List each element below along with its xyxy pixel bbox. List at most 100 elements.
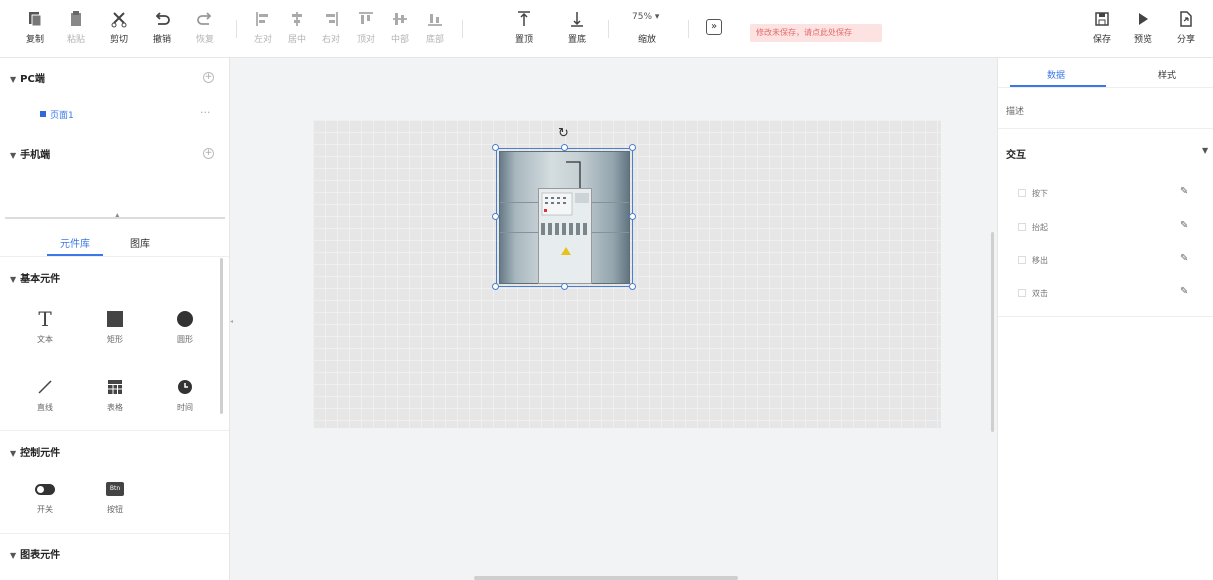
align-left-label: 左对: [253, 35, 272, 45]
plus-icon: +: [204, 72, 213, 82]
chart-group-title: 图表元件: [20, 550, 61, 561]
edit-icon[interactable]: ✎: [1180, 186, 1188, 197]
edit-icon[interactable]: ✎: [1180, 253, 1188, 264]
canvas-horizontal-scrollbar[interactable]: [474, 576, 738, 580]
caret-down-icon: ▼: [10, 151, 17, 160]
undo-button[interactable]: 撤销: [147, 10, 177, 45]
align-bottom-icon: [420, 10, 450, 30]
event-row[interactable]: 抬起 ✎: [1018, 220, 1208, 236]
event-label: 抬起: [1032, 223, 1048, 232]
align-middle-button[interactable]: 中部: [385, 10, 415, 45]
left-scrollbar[interactable]: [220, 258, 223, 414]
more-icon[interactable]: ···: [200, 106, 211, 119]
tab-gallery[interactable]: 图库: [130, 235, 150, 250]
align-bottom-button[interactable]: 底部: [420, 10, 450, 45]
edit-icon[interactable]: ✎: [1180, 220, 1188, 231]
button-icon-text: Btn: [106, 482, 124, 496]
component-table[interactable]: 表格: [95, 376, 135, 413]
zoom-select[interactable]: 75% ▾: [632, 12, 659, 22]
align-right-button[interactable]: 右对: [316, 10, 346, 45]
event-checkbox[interactable]: [1018, 223, 1026, 231]
resize-handle[interactable]: [492, 213, 499, 220]
bring-front-button[interactable]: 置顶: [509, 10, 539, 45]
add-pc-page-button[interactable]: +: [203, 72, 214, 83]
save-button[interactable]: 保存: [1087, 10, 1117, 45]
event-checkbox[interactable]: [1018, 256, 1026, 264]
tab-style[interactable]: 样式: [1158, 68, 1176, 81]
event-row[interactable]: 移出 ✎: [1018, 253, 1208, 269]
bring-front-icon: [509, 10, 539, 30]
component-line[interactable]: 直线: [25, 376, 65, 413]
component-text[interactable]: T 文本: [25, 307, 65, 345]
event-checkbox[interactable]: [1018, 189, 1026, 197]
resize-handle[interactable]: [629, 283, 636, 290]
page-item[interactable]: 页面1 ···: [0, 102, 229, 126]
save-icon: [1087, 10, 1117, 30]
caret-down-icon: ▼: [10, 275, 17, 284]
align-middle-icon: [385, 10, 415, 30]
send-back-button[interactable]: 置底: [562, 10, 592, 45]
unsaved-notice[interactable]: 修改未保存，请点此处保存: [750, 24, 882, 42]
resize-handle[interactable]: [561, 283, 568, 290]
selection-box: [496, 148, 633, 287]
align-center-button[interactable]: 居中: [282, 10, 312, 45]
collapse-left-icon[interactable]: ◂: [230, 318, 233, 325]
align-left-button[interactable]: 左对: [248, 10, 278, 45]
edit-icon[interactable]: ✎: [1180, 286, 1188, 297]
canvas-vertical-scrollbar[interactable]: [991, 232, 994, 432]
align-top-button[interactable]: 顶对: [351, 10, 381, 45]
event-row[interactable]: 双击 ✎: [1018, 286, 1208, 302]
resize-handle[interactable]: [492, 144, 499, 151]
resize-handle[interactable]: [629, 213, 636, 220]
caret-down-icon: ▼: [10, 75, 17, 84]
rotate-icon[interactable]: ↻: [558, 126, 569, 141]
tab-components[interactable]: 元件库: [60, 235, 90, 250]
basic-group-title: 基本元件: [20, 274, 61, 285]
tab-data[interactable]: 数据: [1047, 68, 1065, 81]
caret-down-icon[interactable]: ▼: [1202, 146, 1208, 155]
resize-handle[interactable]: [629, 144, 636, 151]
share-icon: [1171, 10, 1201, 30]
align-center-icon: [282, 10, 312, 30]
align-middle-label: 中部: [390, 35, 409, 45]
circle-icon: [165, 308, 205, 330]
component-toggle[interactable]: 开关: [25, 478, 65, 515]
chart-group-header[interactable]: ▼ 图表元件: [10, 546, 60, 561]
redo-button[interactable]: 恢复: [190, 10, 220, 45]
expand-toolbar-button[interactable]: »: [706, 19, 722, 35]
zoom-label: 缩放: [638, 35, 657, 45]
table-icon: [95, 376, 135, 398]
copy-button[interactable]: 复制: [20, 10, 50, 45]
share-label: 分享: [1176, 35, 1195, 45]
pc-section-header[interactable]: ▼ PC端: [10, 70, 45, 85]
add-mobile-page-button[interactable]: +: [203, 148, 214, 159]
resize-handle[interactable]: [492, 283, 499, 290]
component-rectangle[interactable]: 矩形: [95, 308, 135, 345]
basic-group-header[interactable]: ▼ 基本元件: [10, 270, 60, 285]
preview-button[interactable]: 预览: [1128, 10, 1158, 45]
event-checkbox[interactable]: [1018, 289, 1026, 297]
panel-splitter[interactable]: [5, 217, 225, 219]
align-top-icon: [351, 10, 381, 30]
component-label: 开关: [37, 505, 53, 514]
copy-label: 复制: [25, 35, 44, 45]
component-label: 时间: [177, 403, 193, 412]
share-button[interactable]: 分享: [1171, 10, 1201, 45]
component-label: 矩形: [107, 335, 123, 344]
group-divider: [0, 533, 229, 534]
double-chevron-right-icon: »: [710, 21, 718, 32]
align-center-label: 居中: [287, 35, 306, 45]
align-right-label: 右对: [321, 35, 340, 45]
component-circle[interactable]: 圆形: [165, 308, 205, 345]
rectangle-icon: [95, 308, 135, 330]
event-row[interactable]: 按下 ✎: [1018, 186, 1208, 202]
mobile-section-header[interactable]: ▼ 手机端: [10, 146, 50, 161]
control-group-header[interactable]: ▼ 控制元件: [10, 444, 60, 459]
paste-button[interactable]: 粘贴: [61, 10, 91, 45]
component-button[interactable]: Btn 按钮: [95, 478, 135, 515]
resize-handle[interactable]: [561, 144, 568, 151]
control-group-title: 控制元件: [20, 448, 61, 459]
component-label: 表格: [107, 403, 123, 412]
cut-button[interactable]: 剪切: [104, 10, 134, 45]
component-clock[interactable]: 时间: [165, 376, 205, 413]
